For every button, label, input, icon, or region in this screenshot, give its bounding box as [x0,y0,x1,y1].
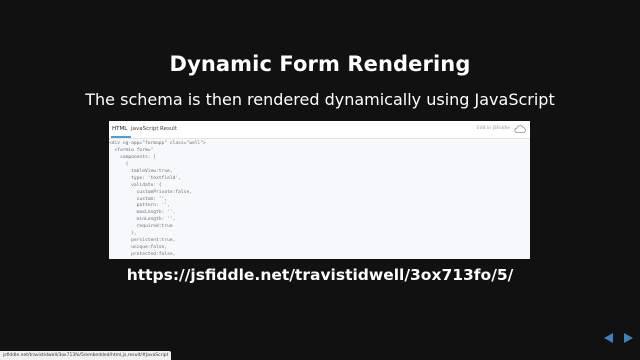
slide-subtitle: The schema is then rendered dynamically … [85,90,555,109]
status-bar-url: jsfiddle.net/travistidwell/3ox713fo/5/em… [0,351,172,360]
code-line: validate: { [109,182,162,188]
html-code-editor[interactable]: <div ng-app="formapp" class="well"> <for… [109,141,530,259]
tab-html[interactable]: HTML [112,126,127,132]
code-line: persistent:true, [109,238,176,244]
code-line: custom: '', [109,196,168,202]
tab-result[interactable]: Result [160,126,177,132]
code-line: { [109,161,129,167]
code-line: <div ng-app="formapp" class="well"> [109,141,206,146]
code-line: unique:false, [109,245,168,251]
code-line: type: 'textfield', [109,175,181,181]
slide-title: Dynamic Form Rendering [169,52,471,76]
cloud-icon[interactable] [513,124,527,136]
jsfiddle-embed: HTML JavaScript Result Edit in JSFiddle … [109,121,530,259]
tab-javascript[interactable]: JavaScript [131,126,159,132]
code-line: protected:false, [109,252,176,257]
code-line: components: [ [109,154,157,160]
fiddle-tab-bar: HTML JavaScript Result Edit in JSFiddle [109,121,530,139]
active-tab-indicator [111,136,131,138]
edit-in-jsfiddle-link[interactable]: Edit in JSFiddle [477,126,510,131]
code-line: <formio form=" [109,147,154,153]
code-line: required:true [109,224,173,230]
fiddle-url-link[interactable]: https://jsfiddle.net/travistidwell/3ox71… [0,266,640,284]
code-line: tableView:true, [109,168,173,174]
arrow-left-icon[interactable] [603,332,615,344]
arrow-right-icon[interactable] [622,332,634,344]
code-line: customPrivate:false, [109,189,192,195]
